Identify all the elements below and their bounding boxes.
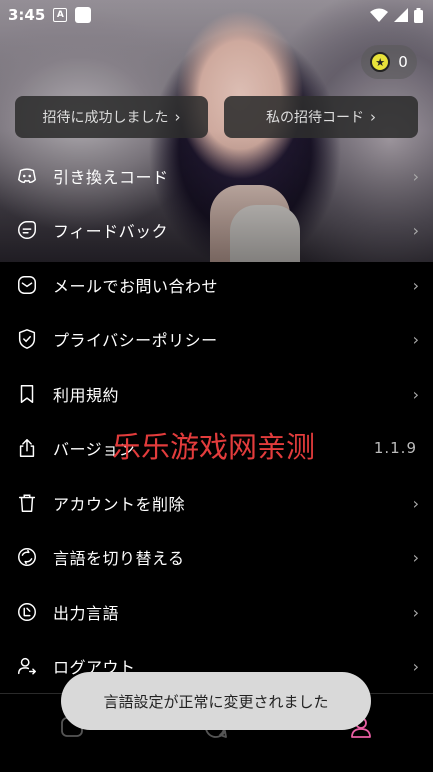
feedback-icon	[18, 221, 36, 239]
signal-icon	[394, 8, 408, 22]
notification-square-icon	[75, 7, 92, 23]
chevron-right-icon: ›	[412, 384, 419, 404]
chevron-right-icon: ›	[174, 108, 181, 126]
menu-item-feedback[interactable]: フィードバック ›	[0, 203, 433, 257]
menu-item-label: 利用規約	[53, 386, 120, 405]
coin-balance-badge[interactable]: ★ 0	[361, 45, 417, 79]
chevron-right-icon: ›	[412, 602, 419, 622]
status-bar: 3:45 A	[0, 0, 433, 30]
chevron-right-icon: ›	[412, 166, 419, 186]
logout-icon	[18, 657, 36, 675]
chevron-right-icon: ›	[412, 220, 419, 240]
menu-item-switch-language[interactable]: 言語を切り替える ›	[0, 530, 433, 584]
menu-item-label: アカウントを削除	[53, 495, 186, 514]
invite-success-label: 招待に成功しました	[42, 110, 169, 126]
chevron-right-icon: ›	[412, 656, 419, 676]
invite-success-button[interactable]: 招待に成功しました ›	[15, 96, 208, 138]
menu-item-delete-account[interactable]: アカウントを削除 ›	[0, 476, 433, 530]
watermark-text: 乐乐游戏网亲测	[112, 430, 316, 464]
menu-item-label: 言語を切り替える	[53, 549, 185, 568]
share-icon	[19, 439, 35, 457]
menu-item-redeem-code[interactable]: 引き換えコード ›	[0, 149, 433, 203]
menu-item-label: メールでお問い合わせ	[53, 277, 219, 296]
discord-icon	[18, 168, 36, 184]
coin-count: 0	[398, 53, 408, 71]
battery-icon	[414, 7, 423, 23]
chevron-right-icon: ›	[412, 493, 419, 513]
menu-item-label: プライバシーポリシー	[53, 331, 218, 350]
my-invite-code-button[interactable]: 私の招待コード ›	[224, 96, 418, 138]
wifi-icon	[370, 8, 388, 22]
bookmark-icon	[20, 385, 34, 403]
version-number: 1.1.9	[373, 439, 417, 457]
status-time: 3:45	[8, 6, 46, 24]
menu-item-privacy-policy[interactable]: プライバシーポリシー ›	[0, 312, 433, 366]
menu-item-output-language[interactable]: 出力言語 ›	[0, 585, 433, 639]
mail-icon	[18, 276, 36, 294]
chevron-right-icon: ›	[412, 329, 419, 349]
trash-icon	[18, 494, 36, 512]
menu-item-label: 引き換えコード	[53, 168, 169, 187]
shield-check-icon	[18, 329, 36, 349]
my-invite-code-label: 私の招待コード	[266, 110, 364, 126]
toast-text: 言語設定が正常に変更されました	[103, 692, 329, 711]
language-switch-icon	[18, 548, 36, 566]
chevron-right-icon: ›	[370, 108, 376, 126]
chevron-right-icon: ›	[412, 547, 419, 567]
menu-item-label: フィードバック	[53, 222, 169, 241]
menu-item-terms[interactable]: 利用規約 ›	[0, 367, 433, 421]
notification-a-icon: A	[53, 8, 68, 22]
output-language-icon	[18, 603, 36, 621]
menu-item-email-contact[interactable]: メールでお問い合わせ ›	[0, 258, 433, 312]
star-coin-icon: ★	[370, 52, 391, 72]
chevron-right-icon: ›	[412, 275, 419, 295]
toast-message: 言語設定が正常に変更されました	[61, 672, 371, 730]
menu-item-label: 出力言語	[53, 604, 120, 623]
